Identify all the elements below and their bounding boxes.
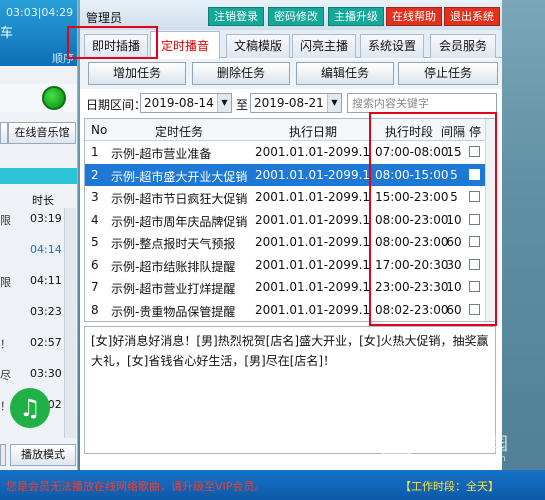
task-date-range: 2001.01.01-2099.12.31: [255, 190, 371, 204]
task-name: 示例-超市营业准备: [111, 147, 212, 161]
delete-task-button[interactable]: 删除任务: [192, 62, 290, 85]
online-music-store-button[interactable]: 在线音乐馆: [8, 122, 76, 144]
playlist-progress-band: [0, 168, 77, 184]
logout-button[interactable]: 注销登录: [208, 7, 264, 26]
task-no: 3: [91, 190, 99, 204]
task-name: 示例-超市结账排队提醒: [111, 259, 236, 274]
playlist-row-duration: 03:23: [30, 305, 62, 318]
task-no: 7: [91, 280, 99, 294]
toolbar-stub-button[interactable]: [0, 122, 8, 144]
task-date-range: 2001.01.01-2099.12.31: [255, 167, 371, 182]
tab-star-host[interactable]: 闪亮主播: [292, 34, 356, 58]
search-input[interactable]: [347, 93, 497, 113]
task-no: 6: [91, 257, 99, 272]
task-name: 示例-超市营业打烊提醒: [111, 282, 236, 296]
task-name: 示例-超市盛大开业大促销: [111, 169, 248, 184]
date-to-label: 至: [236, 98, 249, 112]
playlist-row-duration: 02:57: [30, 336, 62, 349]
user-role-label: 管理员: [86, 11, 123, 25]
task-no: 5: [91, 235, 99, 249]
task-date-range: 2001.01.01-2099.12.31: [255, 280, 371, 294]
playlist-row-title-fragment: 尽: [0, 369, 11, 382]
task-name: 示例-贵重物品保管提醒: [111, 304, 236, 319]
date-range-label: 日期区间：: [86, 98, 147, 112]
playlist-panel: 03:03|04:29 车 顺序 在线音乐馆 时长 限 03:19 04:14 限 04…: [0, 0, 78, 470]
task-date-range: 2001.01.01-2099.12.31: [255, 235, 371, 249]
chevron-down-icon[interactable]: ▼: [327, 94, 341, 112]
playlist-row-duration: 03:19: [30, 212, 62, 225]
status-area: [0, 84, 77, 112]
task-no: 1: [91, 145, 99, 159]
status-bar: 您是会员无法播放在线网络歌曲，请升级至VIP会员。 【工作时段：全天】: [0, 470, 545, 500]
add-task-button[interactable]: 增加任务: [88, 62, 186, 85]
tab-system-settings[interactable]: 系统设置: [360, 34, 424, 58]
date-to-value: 2019-08-21: [254, 96, 324, 110]
task-date-range: 2001.01.01-2099.12.31: [255, 145, 371, 159]
task-name: 示例-整点报时天气预报: [111, 237, 236, 251]
playlist-scrollbar[interactable]: [64, 208, 76, 438]
task-no: 4: [91, 212, 99, 227]
task-date-range: 2001.01.01-2099.12.31: [255, 257, 371, 272]
online-help-button[interactable]: 在线帮助: [386, 7, 442, 26]
date-to-picker[interactable]: 2019-08-21 ▼: [250, 93, 342, 113]
watermark-url: www.downxia.com: [422, 454, 506, 464]
playlist-row-duration: 04:14: [30, 243, 62, 256]
header-date: 执行日期: [289, 125, 338, 139]
task-date-range: 2001.01.01-2099.12.31: [255, 302, 371, 317]
date-from-value: 2019-08-14: [144, 96, 214, 110]
upgrade-host-button[interactable]: 主播升级: [328, 7, 384, 26]
tab-member-service[interactable]: 会员服务: [430, 34, 496, 58]
duration-column-header: 时长: [32, 194, 54, 207]
playlist-row-title-fragment: 限: [0, 214, 11, 227]
work-period-label: 【工作时段：全天】: [400, 480, 499, 493]
tab-highlight-box: [67, 26, 158, 59]
tab-scheduled-broadcast[interactable]: 定时播音: [150, 31, 220, 59]
stop-task-button[interactable]: 停止任务: [398, 62, 498, 85]
exit-system-button[interactable]: 退出系统: [444, 7, 500, 26]
task-name: 示例-超市周年庆品牌促销: [111, 214, 248, 229]
date-from-picker[interactable]: 2019-08-14 ▼: [140, 93, 232, 113]
online-status-indicator: [42, 86, 66, 110]
playback-time: 03:03|04:29: [6, 6, 74, 19]
playlist-row-duration: 03:30: [30, 367, 62, 380]
watermark-text: 当下软件园: [418, 434, 508, 455]
watermark-logo-icon: [382, 432, 412, 464]
playlist-row-title-fragment: 限: [0, 276, 11, 289]
task-name: 示例-超市节日疯狂大促销: [111, 192, 248, 206]
chevron-down-icon[interactable]: ▼: [217, 94, 231, 112]
task-date-range: 2001.01.01-2099.12.31: [255, 212, 371, 227]
tab-script-templates[interactable]: 文稿模版: [226, 34, 290, 58]
header-no: No: [91, 123, 108, 137]
task-action-bar: 增加任务 删除任务 编辑任务 停止任务: [80, 59, 502, 89]
task-no: 8: [91, 302, 99, 317]
header-task: 定时任务: [155, 125, 204, 139]
task-no: 2: [91, 167, 99, 182]
vip-notice: 您是会员无法播放在线网络歌曲，请升级至VIP会员。: [6, 480, 266, 493]
playlist-row-duration: 04:11: [30, 274, 62, 287]
playlist-row-title-fragment: ！: [0, 338, 11, 351]
track-title-fragment: 车: [0, 26, 14, 41]
change-password-button[interactable]: 密码修改: [268, 7, 324, 26]
period-column-highlight-box: [369, 112, 497, 326]
left-stub-button[interactable]: [0, 444, 6, 466]
play-mode-button[interactable]: 播放模式: [10, 444, 76, 466]
edit-task-button[interactable]: 编辑任务: [296, 62, 394, 85]
music-note-icon[interactable]: ♫: [10, 388, 50, 428]
